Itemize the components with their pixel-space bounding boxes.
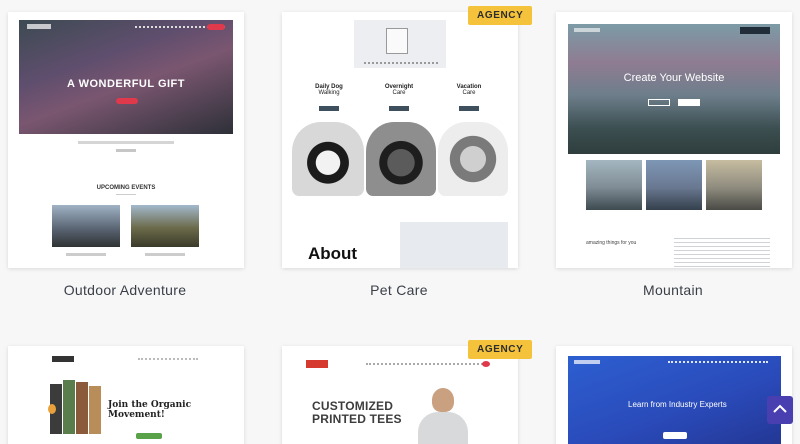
template-card-outdoor-adventure[interactable]: A WONDERFUL GIFT UPCOMING EVENTS bbox=[8, 12, 244, 268]
product-orange bbox=[48, 404, 56, 414]
product-bag-3 bbox=[76, 382, 88, 434]
outdoor-event-caption-2 bbox=[145, 253, 185, 256]
experts-hero-image: Learn from Industry Experts bbox=[568, 356, 781, 444]
petcare-service-1-line2: Walking bbox=[318, 90, 340, 96]
cart-icon bbox=[482, 361, 490, 367]
petcare-service-3-button bbox=[459, 106, 479, 111]
outdoor-intro-text bbox=[78, 141, 174, 144]
petcare-logo bbox=[386, 28, 408, 54]
outdoor-nav-button bbox=[207, 24, 225, 30]
petcare-about-image bbox=[400, 222, 508, 268]
petcare-service-2-line2: Care bbox=[392, 90, 406, 96]
mountain-thumb-2 bbox=[646, 160, 702, 210]
template-card-printed-tees[interactable]: CUSTOMIZED PRINTED TEES bbox=[282, 346, 518, 444]
template-title-pet-care[interactable]: Pet Care bbox=[279, 282, 519, 298]
outdoor-hero-image: A WONDERFUL GIFT bbox=[19, 20, 233, 134]
outdoor-logo bbox=[27, 24, 51, 29]
mountain-tagline: amazing things for you bbox=[586, 240, 637, 246]
outdoor-hero-heading: A WONDERFUL GIFT bbox=[67, 78, 185, 90]
mountain-logo bbox=[574, 28, 600, 32]
template-grid: A WONDERFUL GIFT UPCOMING EVENTS Outdoor… bbox=[0, 0, 800, 444]
model-hoodie bbox=[418, 412, 468, 444]
scroll-to-top-button[interactable] bbox=[767, 396, 793, 424]
petcare-service-1-title: Daily Dog Walking bbox=[304, 84, 354, 96]
agency-badge-1: AGENCY bbox=[468, 6, 533, 25]
outdoor-intro-link bbox=[116, 149, 136, 152]
tees-logo bbox=[306, 360, 328, 368]
mountain-body-text bbox=[674, 238, 770, 268]
chevron-up-icon bbox=[773, 404, 787, 413]
mountain-hero-button-1 bbox=[648, 99, 670, 106]
agency-badge-2: AGENCY bbox=[468, 340, 533, 359]
mountain-thumb-3 bbox=[706, 160, 762, 210]
experts-logo bbox=[574, 360, 600, 364]
template-card-pet-care[interactable]: Daily Dog Walking Overnight Care Vacatio… bbox=[282, 12, 518, 268]
dog-photo-3 bbox=[438, 122, 508, 196]
mountain-thumb-1 bbox=[586, 160, 642, 210]
experts-cta-button bbox=[663, 432, 687, 439]
outdoor-event-image-2 bbox=[131, 205, 199, 247]
template-card-industry-experts[interactable]: Learn from Industry Experts bbox=[556, 346, 792, 444]
mountain-nav-button bbox=[740, 27, 770, 34]
outdoor-events-heading: UPCOMING EVENTS bbox=[96, 185, 156, 191]
mountain-hero-heading: Create Your Website bbox=[623, 72, 725, 84]
outdoor-hero-button bbox=[116, 98, 138, 104]
template-title-outdoor-adventure[interactable]: Outdoor Adventure bbox=[5, 282, 245, 298]
outdoor-event-image-1 bbox=[52, 205, 120, 247]
mountain-hero-image: Create Your Website bbox=[568, 24, 780, 154]
template-card-mountain[interactable]: Create Your Website amazing things for y… bbox=[556, 12, 792, 268]
experts-hero-heading: Learn from Industry Experts bbox=[628, 400, 727, 409]
outdoor-divider bbox=[116, 194, 136, 195]
petcare-service-3-title: Vacation Care bbox=[444, 84, 494, 96]
experts-nav bbox=[668, 361, 768, 364]
template-card-organic[interactable]: Join the Organic Movement! bbox=[8, 346, 244, 444]
product-bag-2 bbox=[63, 380, 75, 434]
dog-photo-2 bbox=[366, 122, 436, 196]
petcare-service-2-title: Overnight Care bbox=[374, 84, 424, 96]
template-title-mountain[interactable]: Mountain bbox=[553, 282, 793, 298]
tees-hero-heading: CUSTOMIZED PRINTED TEES bbox=[312, 399, 402, 426]
outdoor-event-caption-1 bbox=[66, 253, 106, 256]
dog-photo-1 bbox=[292, 122, 364, 196]
petcare-service-3-line2: Care bbox=[462, 90, 476, 96]
petcare-service-2-button bbox=[389, 106, 409, 111]
organic-nav bbox=[138, 358, 198, 361]
organic-logo bbox=[52, 356, 74, 362]
tees-nav bbox=[366, 363, 486, 366]
petcare-about-heading: About bbox=[308, 244, 358, 263]
organic-hero-heading: Join the Organic Movement! bbox=[108, 400, 192, 420]
model-head bbox=[432, 388, 454, 412]
petcare-service-1-button bbox=[319, 106, 339, 111]
petcare-nav bbox=[364, 62, 438, 65]
product-bag-4 bbox=[89, 386, 101, 434]
mountain-hero-button-2 bbox=[678, 99, 700, 106]
organic-cta-button bbox=[136, 433, 162, 439]
